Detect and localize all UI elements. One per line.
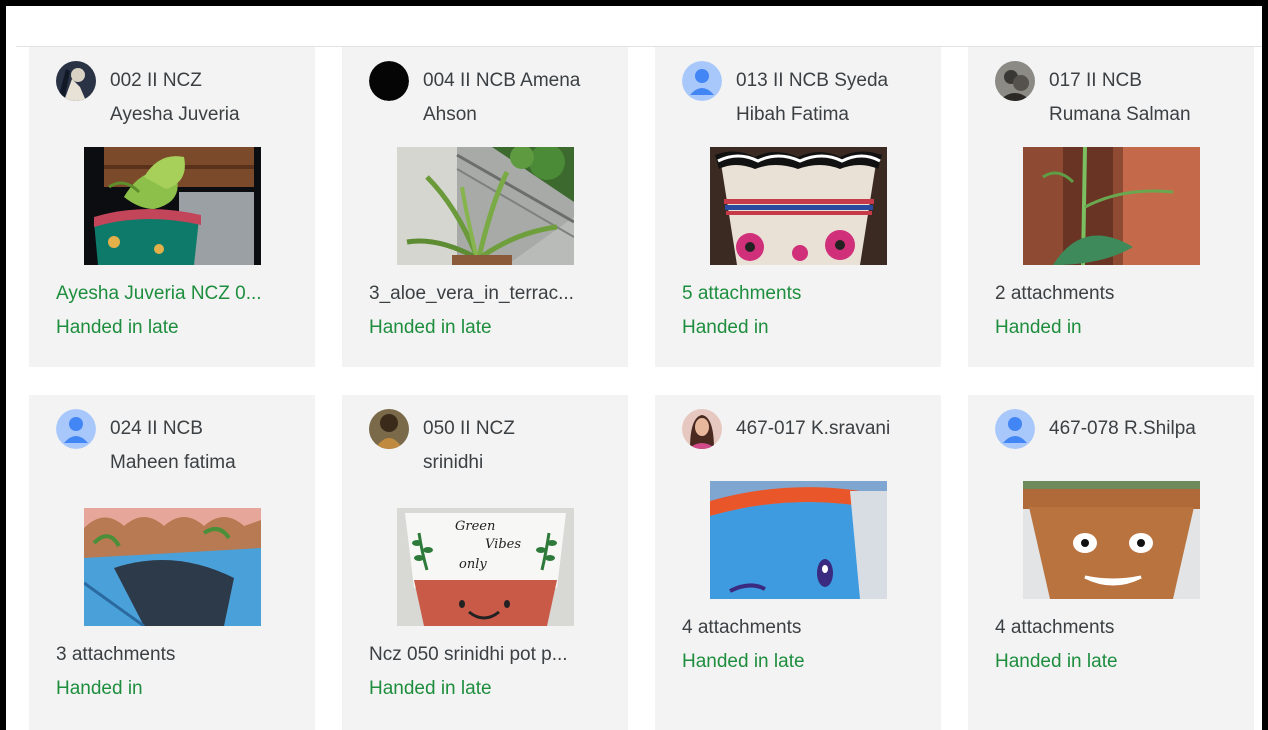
submissions-panel: 002 II NCZ Ayesha Juveria Ayesha Juveria…	[0, 0, 1268, 730]
student-avatar	[682, 409, 722, 449]
attachment-label: Ayesha Juveria NCZ 0...	[56, 283, 262, 304]
status-label: Handed in	[56, 678, 143, 699]
submission-card[interactable]: 467-017 K.sravani 4 attachments Handed i…	[655, 395, 941, 730]
student-avatar	[995, 61, 1035, 101]
submission-thumbnail[interactable]	[710, 481, 887, 599]
attachment-label: 5 attachments	[682, 283, 802, 304]
submission-card[interactable]: 004 II NCB Amena Ahson 3_aloe_vera_in_te…	[342, 47, 628, 367]
student-name: 017 II NCB Rumana Salman	[1049, 70, 1191, 125]
attachment-label: 4 attachments	[995, 617, 1115, 638]
status-label: Handed in late	[369, 317, 492, 338]
student-name: 013 II NCB Syeda Hibah Fatima	[736, 70, 889, 125]
submission-thumbnail[interactable]	[84, 508, 261, 626]
submission-thumbnail[interactable]	[1023, 481, 1200, 599]
student-name: 002 II NCZ Ayesha Juveria	[110, 70, 240, 125]
status-label: Handed in	[682, 317, 769, 338]
submission-thumbnail[interactable]	[710, 147, 887, 265]
default-person-icon	[56, 409, 96, 449]
student-name: 050 II NCZ srinidhi	[423, 418, 515, 473]
student-avatar	[682, 61, 722, 101]
student-avatar	[995, 409, 1035, 449]
student-name: 024 II NCB Maheen fatima	[110, 418, 236, 473]
submission-thumbnail[interactable]	[397, 147, 574, 265]
student-name: 004 II NCB Amena Ahson	[423, 70, 581, 125]
submission-card[interactable]: 050 II NCZ srinidhi Green Vibes only Ncz 0…	[342, 395, 628, 730]
thumb-text-vibes: Vibes	[485, 537, 521, 552]
default-person-icon	[682, 61, 722, 101]
attachment-label: 3_aloe_vera_in_terrac...	[369, 283, 574, 304]
thumb-text-green: Green	[455, 519, 495, 534]
status-label: Handed in late	[995, 651, 1118, 672]
thumb-text-only: only	[459, 557, 487, 572]
status-label: Handed in late	[682, 651, 805, 672]
attachment-label: 4 attachments	[682, 617, 802, 638]
attachment-label: 3 attachments	[56, 644, 176, 665]
submission-card[interactable]: 013 II NCB Syeda Hibah Fatima 5 attachme…	[655, 47, 941, 367]
student-avatar	[369, 409, 409, 449]
submission-thumbnail[interactable]: Green Vibes only	[397, 508, 574, 626]
default-person-icon	[995, 409, 1035, 449]
submission-card[interactable]: 467-078 R.Shilpa 4 attachments Handed in…	[968, 395, 1254, 730]
status-label: Handed in late	[369, 678, 492, 699]
submission-thumbnail[interactable]	[84, 147, 261, 265]
student-avatar	[369, 61, 409, 101]
status-label: Handed in	[995, 317, 1082, 338]
student-name: 467-078 R.Shilpa	[1049, 418, 1196, 439]
submissions-grid: 002 II NCZ Ayesha Juveria Ayesha Juveria…	[6, 6, 1262, 730]
student-name: 467-017 K.sravani	[736, 418, 891, 439]
submission-card[interactable]: 002 II NCZ Ayesha Juveria Ayesha Juveria…	[29, 47, 315, 367]
student-avatar	[56, 61, 96, 101]
submission-card[interactable]: 024 II NCB Maheen fatima 3 attachments H…	[29, 395, 315, 730]
status-label: Handed in late	[56, 317, 179, 338]
student-avatar	[56, 409, 96, 449]
attachment-label: Ncz 050 srinidhi pot p...	[369, 644, 568, 665]
attachment-label: 2 attachments	[995, 283, 1115, 304]
submission-card[interactable]: 017 II NCB Rumana Salman 2 attachments H…	[968, 47, 1254, 367]
submission-thumbnail[interactable]	[1023, 147, 1200, 265]
